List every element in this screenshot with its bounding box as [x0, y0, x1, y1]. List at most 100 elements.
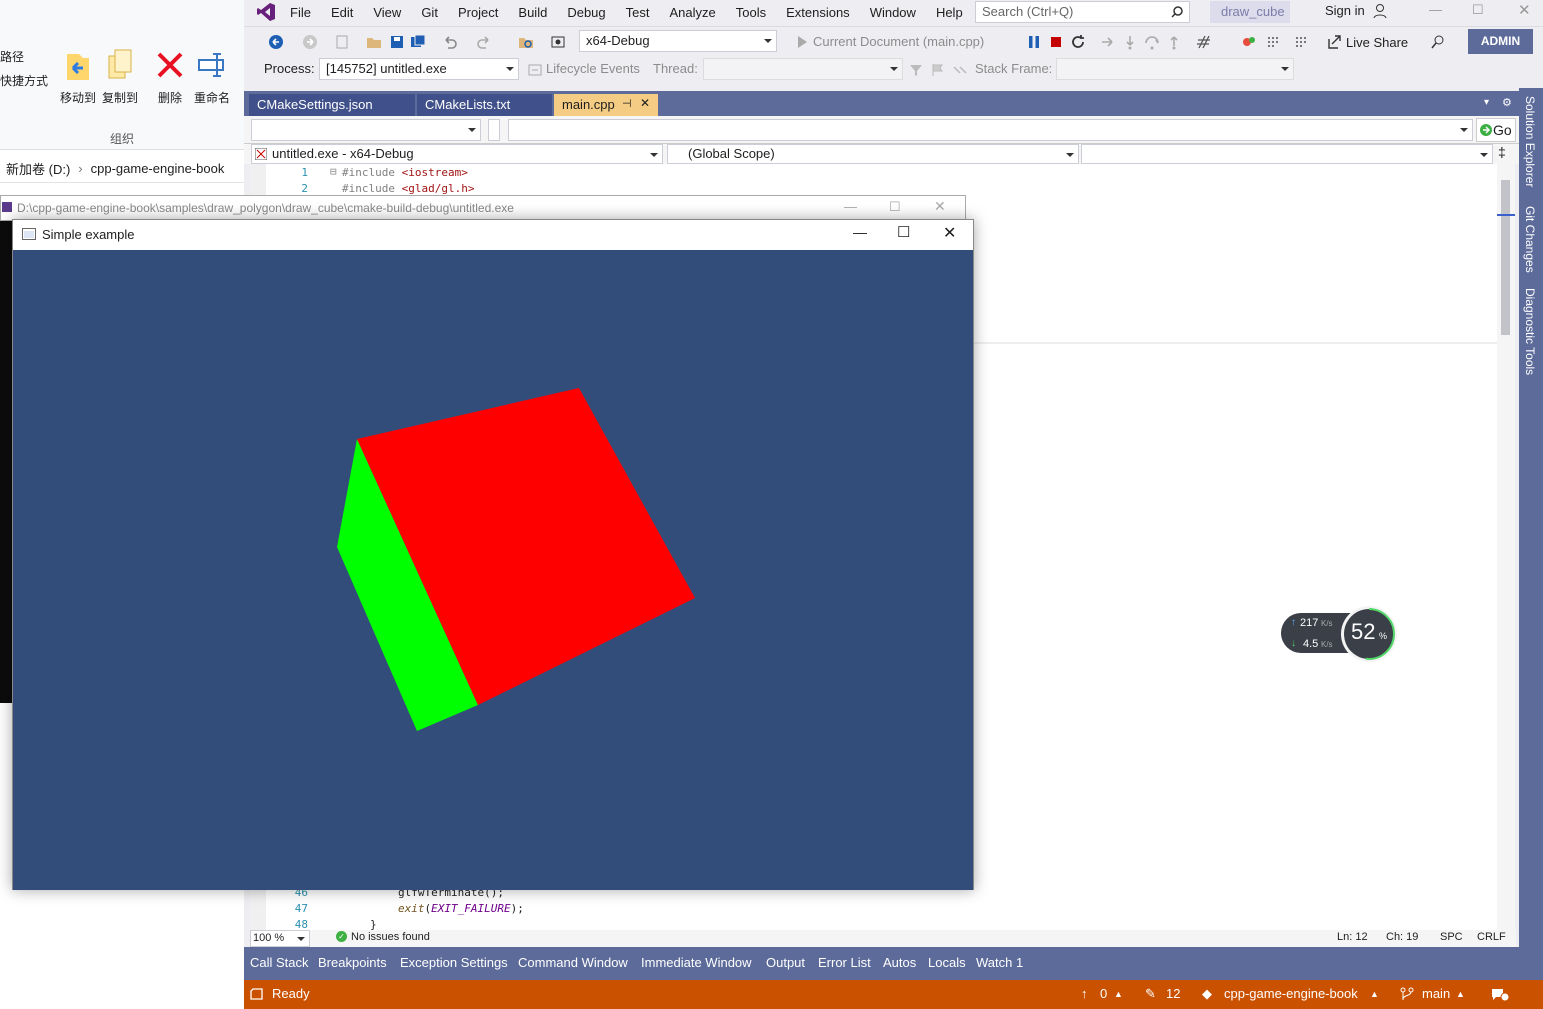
menu-project[interactable]: Project [458, 5, 498, 20]
pin-icon[interactable]: ⊣ [622, 97, 632, 110]
tab-locals[interactable]: Locals [928, 955, 966, 970]
opengl-render-surface[interactable] [13, 250, 973, 890]
fold-toggle-icon[interactable]: ⊟ [330, 165, 337, 178]
live-share-button[interactable]: Live Share [1346, 35, 1408, 50]
menu-debug[interactable]: Debug [567, 5, 605, 20]
tab-main-cpp[interactable]: main.cpp ⊣ ✕ [554, 94, 658, 116]
stack-frame-icon[interactable] [952, 62, 968, 78]
column-indicator[interactable]: Ch: 19 [1386, 931, 1418, 943]
tab-output[interactable]: Output [766, 955, 805, 970]
console-window-titlebar[interactable]: D:\cpp-game-engine-book\samples\draw_pol… [0, 195, 966, 221]
whitespace-indicator[interactable]: SPC [1440, 931, 1463, 943]
status-edits-count[interactable]: 12 [1166, 986, 1180, 1001]
tab-error-list[interactable]: Error List [818, 955, 871, 970]
zoom-select[interactable]: 100 % [250, 930, 310, 947]
tab-command-window[interactable]: Command Window [518, 955, 628, 970]
save-icon[interactable] [389, 34, 405, 50]
new-item-icon[interactable] [334, 34, 350, 50]
tab-autos[interactable]: Autos [883, 955, 916, 970]
start-debug-target[interactable]: Current Document (main.cpp) [813, 34, 984, 49]
search-input[interactable]: Search (Ctrl+Q) [975, 1, 1190, 23]
lifecycle-events-button[interactable]: Lifecycle Events [546, 61, 640, 76]
minimize-button[interactable]: — [1429, 2, 1442, 17]
redo-icon[interactable] [476, 34, 492, 50]
console-minimize-button[interactable]: — [844, 199, 857, 214]
configuration-select[interactable]: x64-Debug [579, 30, 777, 52]
pencil-icon[interactable]: ✎ [1145, 986, 1156, 1002]
back-icon[interactable] [268, 34, 284, 50]
menu-build[interactable]: Build [518, 5, 547, 20]
scrollbar-thumb[interactable] [1501, 180, 1510, 335]
comment-icon[interactable] [1266, 34, 1282, 50]
step-over-icon[interactable] [1144, 34, 1160, 50]
filter-icon[interactable] [908, 62, 924, 78]
project-select[interactable]: untitled.exe - x64-Debug [251, 144, 663, 164]
hex-display-icon[interactable] [1196, 34, 1212, 50]
delete-button[interactable]: 删除 [148, 48, 192, 106]
menu-view[interactable]: View [373, 5, 401, 20]
step-into-icon[interactable] [1122, 34, 1138, 50]
line-indicator[interactable]: Ln: 12 [1337, 931, 1368, 943]
glfw-maximize-button[interactable]: ☐ [897, 223, 910, 241]
symbol-select[interactable] [1081, 144, 1493, 164]
forward-icon[interactable] [302, 34, 318, 50]
close-button[interactable]: ✕ [1518, 1, 1531, 19]
solution-explorer-tab[interactable]: Solution Explorer [1523, 96, 1537, 187]
menu-file[interactable]: File [290, 5, 311, 20]
breadcrumb-folder[interactable]: cpp-game-engine-book [91, 161, 225, 176]
lifecycle-events-icon[interactable] [527, 62, 543, 78]
breadcrumb-drive[interactable]: 新加卷 (D:) [6, 159, 70, 178]
status-unpushed-count[interactable]: 0 [1100, 986, 1107, 1001]
network-speed-widget[interactable]: ↑ 217 K/s ↓ 4.5 K/s 52 % [1281, 605, 1399, 663]
status-branch[interactable]: main [1422, 986, 1450, 1001]
pause-icon[interactable] [1026, 34, 1042, 50]
tab-breakpoints[interactable]: Breakpoints [318, 955, 387, 970]
stack-frame-select[interactable] [1056, 58, 1294, 80]
tab-overflow-icon[interactable]: ▾ [1484, 97, 1489, 108]
undo-icon[interactable] [442, 34, 458, 50]
step-out-icon[interactable] [1166, 34, 1182, 50]
menu-extensions[interactable]: Extensions [786, 5, 850, 20]
notifications-icon[interactable] [1490, 986, 1510, 1002]
tab-immediate-window[interactable]: Immediate Window [641, 955, 752, 970]
feedback-icon[interactable] [1430, 34, 1446, 50]
tab-watch-1[interactable]: Watch 1 [976, 955, 1023, 970]
thread-select[interactable] [703, 58, 903, 80]
menu-tools[interactable]: Tools [736, 5, 766, 20]
split-editor-icon[interactable]: ‡ [1498, 144, 1506, 160]
save-all-icon[interactable] [410, 34, 426, 50]
rename-button[interactable]: 重命名 [190, 48, 234, 106]
vertical-scrollbar[interactable] [1497, 164, 1515, 930]
glfw-minimize-button[interactable]: — [853, 224, 867, 240]
diagnostics-icon[interactable] [1241, 34, 1257, 50]
copy-to-button[interactable]: 复制到 [98, 48, 142, 106]
tab-call-stack[interactable]: Call Stack [250, 955, 309, 970]
function-select[interactable] [508, 119, 1473, 141]
settings-gear-icon[interactable]: ⚙ [1502, 96, 1512, 109]
restart-icon[interactable] [1070, 34, 1086, 50]
menu-window[interactable]: Window [870, 5, 916, 20]
diagnostic-tools-tab[interactable]: Diagnostic Tools [1523, 288, 1537, 375]
push-arrow-icon[interactable]: ↑ [1081, 986, 1088, 1001]
uncomment-icon[interactable] [1294, 34, 1310, 50]
tab-exception-settings[interactable]: Exception Settings [400, 955, 508, 970]
screenshot-icon[interactable] [550, 34, 566, 50]
menu-edit[interactable]: Edit [331, 5, 353, 20]
status-repository[interactable]: cpp-game-engine-book [1224, 986, 1358, 1001]
maximize-button[interactable]: ☐ [1472, 2, 1484, 18]
stop-icon[interactable] [1048, 34, 1064, 50]
account-icon[interactable] [1373, 3, 1389, 19]
member-select[interactable] [251, 119, 481, 141]
spin-button[interactable] [488, 119, 500, 141]
git-changes-tab[interactable]: Git Changes [1523, 206, 1537, 273]
close-tab-icon[interactable]: ✕ [640, 96, 650, 110]
open-folder-icon[interactable] [366, 34, 382, 50]
play-icon[interactable] [794, 34, 810, 50]
console-close-button[interactable]: ✕ [934, 198, 946, 215]
address-bar[interactable]: 新加卷 (D:) › cpp-game-engine-book [0, 155, 244, 183]
console-maximize-button[interactable]: ☐ [889, 199, 901, 215]
flag-thread-icon[interactable] [930, 62, 946, 78]
glfw-window-titlebar[interactable]: Simple example — ☐ ✕ [13, 220, 973, 250]
tab-cmakelists[interactable]: CMakeLists.txt [417, 94, 552, 116]
glfw-close-button[interactable]: ✕ [943, 223, 956, 243]
